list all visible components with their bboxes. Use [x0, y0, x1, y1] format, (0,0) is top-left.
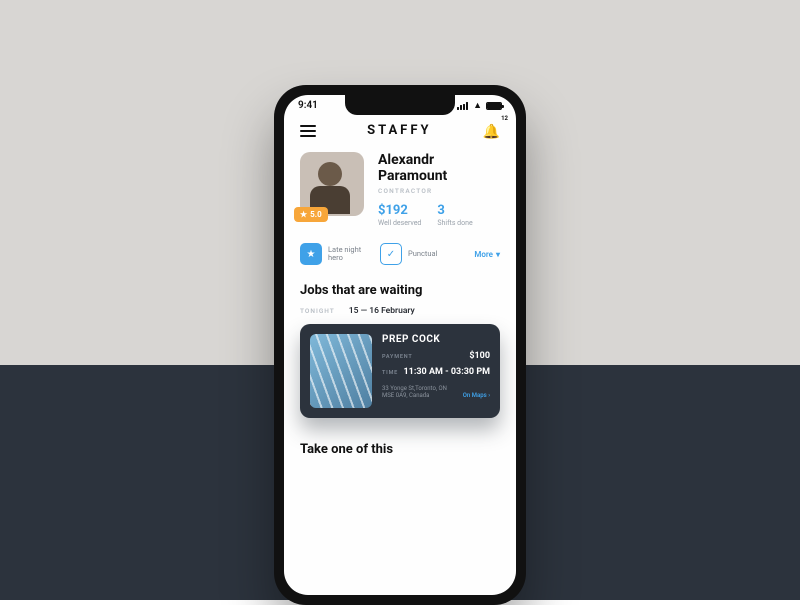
date-range: 15 — 16 February	[349, 306, 415, 316]
app-logo: STAFFY	[367, 123, 431, 138]
profile-name-last: Paramount	[378, 168, 447, 184]
time-value: 11:30 AM - 03:30 PM	[404, 367, 490, 377]
star-icon: ★	[300, 210, 307, 219]
more-label: More	[474, 250, 493, 259]
payment-label: PAYMENT	[382, 354, 413, 360]
date-label: TONIGHT	[300, 307, 335, 315]
avatar-container[interactable]: ★ 5.0	[300, 152, 364, 216]
notification-count: 12	[501, 115, 508, 122]
profile-name: Alexandr Paramount	[378, 152, 500, 184]
status-indicators: ▲	[457, 100, 502, 111]
badges-row: ★ Late night hero ✓ Punctual More ▾	[284, 229, 516, 273]
jobs-date-row: TONIGHT 15 — 16 February	[284, 300, 516, 324]
jobs-heading: Jobs that are waiting	[284, 273, 516, 300]
take-one-heading: Take one of this	[284, 432, 516, 459]
person-star-icon: ★	[300, 243, 322, 265]
stat-label: Well deserved	[378, 219, 421, 227]
more-badges-link[interactable]: More ▾	[474, 250, 500, 259]
chevron-right-icon: ›	[488, 392, 490, 399]
stat-shifts: 3 Shifts done	[437, 203, 472, 227]
signal-icon	[457, 102, 469, 110]
menu-button[interactable]	[300, 125, 316, 137]
battery-icon	[486, 102, 502, 110]
payment-value: $100	[469, 351, 490, 361]
profile-role: CONTRACTOR	[378, 187, 500, 195]
job-address: 33 Yonge St,Toronto, ON MSE 0A9, Canada	[382, 385, 457, 399]
notch	[345, 95, 455, 115]
profile-info: Alexandr Paramount CONTRACTOR $192 Well …	[378, 152, 500, 227]
rating-badge: ★ 5.0	[294, 207, 328, 222]
maps-label: On Maps	[463, 392, 487, 399]
status-time: 9:41	[298, 100, 318, 111]
on-maps-link[interactable]: On Maps ›	[463, 392, 490, 399]
rating-value: 5.0	[310, 210, 322, 219]
badge-label: Punctual	[408, 250, 437, 258]
profile-name-first: Alexandr	[378, 152, 434, 168]
notifications-button[interactable]: 🔔 12	[483, 121, 500, 140]
time-label: TIME	[382, 370, 398, 376]
badge-punctual: ✓ Punctual	[380, 243, 437, 265]
job-card[interactable]: PREP COCK PAYMENT $100 TIME 11:30 AM - 0…	[300, 324, 500, 418]
stat-label: Shifts done	[437, 219, 472, 227]
bell-icon: 🔔	[483, 124, 500, 140]
phone-screen: 9:41 ▲ STAFFY 🔔 12 ★ 5.0	[284, 95, 516, 595]
job-body: PREP COCK PAYMENT $100 TIME 11:30 AM - 0…	[382, 334, 490, 408]
job-image	[310, 334, 372, 408]
stat-value: $192	[378, 203, 421, 218]
chevron-down-icon: ▾	[496, 250, 500, 259]
stat-value: 3	[437, 203, 472, 218]
badge-label: Late night hero	[328, 246, 372, 263]
profile-section: ★ 5.0 Alexandr Paramount CONTRACTOR $192…	[284, 146, 516, 229]
badge-late-night-hero: ★ Late night hero	[300, 243, 372, 265]
phone-frame: 9:41 ▲ STAFFY 🔔 12 ★ 5.0	[274, 85, 526, 605]
stat-earnings: $192 Well deserved	[378, 203, 421, 227]
job-title: PREP COCK	[382, 334, 490, 345]
profile-stats: $192 Well deserved 3 Shifts done	[378, 203, 500, 227]
wifi-icon: ▲	[473, 100, 482, 111]
clock-icon: ✓	[380, 243, 402, 265]
app-header: STAFFY 🔔 12	[284, 111, 516, 146]
